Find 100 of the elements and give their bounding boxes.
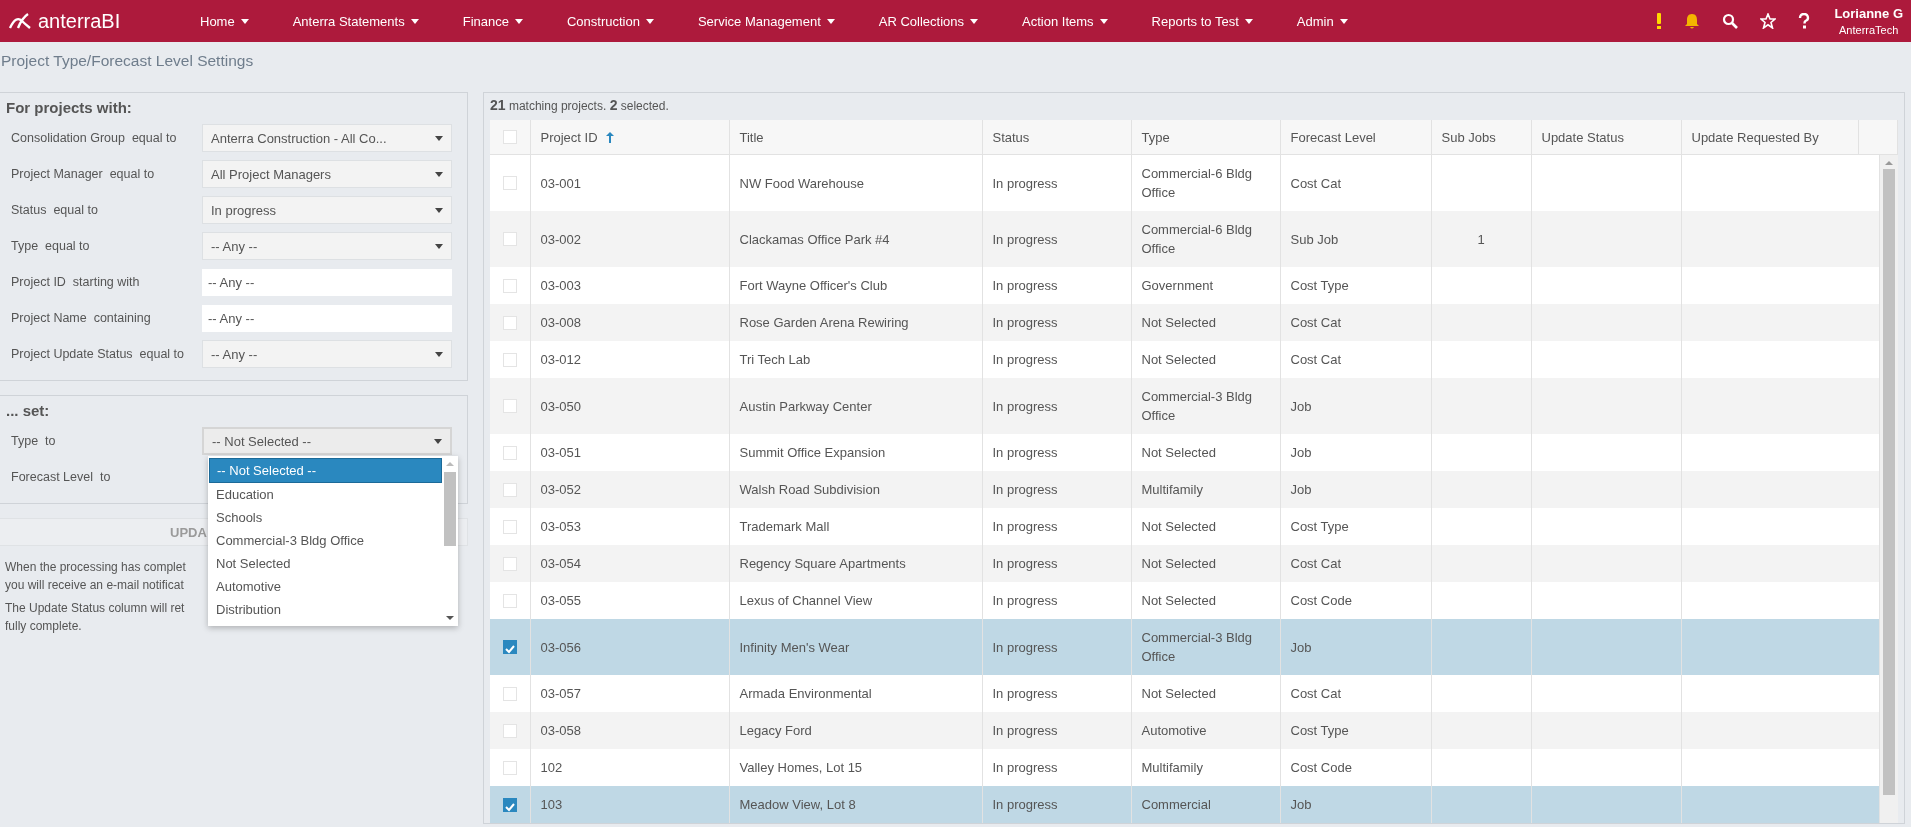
caret-icon	[434, 438, 442, 444]
table-cell: In progress	[982, 786, 1131, 823]
select-field[interactable]: -- Any --	[202, 232, 452, 260]
nav-menu-item[interactable]: Admin	[1274, 13, 1370, 29]
table-cell: Cost Cat	[1280, 304, 1431, 341]
table-cell: Not Selected	[1131, 582, 1280, 619]
field-label: Project Name containing	[10, 311, 152, 325]
select-field[interactable]: -- Any --	[202, 340, 452, 368]
nav-menu-item[interactable]: Action Items	[1000, 13, 1130, 29]
table-cell: Multifamily	[1131, 471, 1280, 508]
dropdown-option[interactable]: Not Selected	[209, 552, 442, 575]
table-cell: In progress	[982, 675, 1131, 712]
table-cell: 03-003	[530, 267, 729, 304]
table-cell: Cost Code	[1280, 582, 1431, 619]
column-header[interactable]: Sub Jobs	[1431, 120, 1531, 155]
table-cell: 102	[530, 749, 729, 786]
bell-icon[interactable]	[1684, 13, 1701, 29]
nav-menu-item[interactable]: AR Collections	[856, 13, 1001, 29]
nav-menu-item[interactable]: Anterra Statements	[270, 13, 441, 29]
table-cell: Not Selected	[1131, 545, 1280, 582]
table-cell: Job	[1280, 786, 1431, 823]
nav-menu-item[interactable]: Home	[178, 13, 271, 29]
row-checkbox[interactable]	[502, 640, 517, 654]
help-icon[interactable]	[1798, 13, 1811, 29]
table-cell: Commercial-3 Bldg Office	[1131, 619, 1280, 675]
column-header[interactable]: Forecast Level	[1280, 120, 1431, 155]
column-header[interactable]: Type	[1131, 120, 1280, 155]
table-cell: Not Selected	[1131, 304, 1280, 341]
table-cell: 03-050	[530, 378, 729, 434]
field-label: Consolidation Group equal to	[10, 131, 178, 145]
logo-icon	[8, 12, 32, 30]
table-cell: Commercial-6 Bldg Office	[1131, 155, 1280, 211]
dropdown-option[interactable]: Schools	[209, 506, 442, 529]
table-cell: Lexus of Channel View	[729, 582, 982, 619]
caret-icon	[410, 18, 419, 24]
dropdown-option[interactable]: Commercial-3 Bldg Office	[209, 529, 442, 552]
user-name[interactable]: Lorianne G	[1834, 6, 1903, 21]
nav-menu-item[interactable]: Finance	[440, 13, 545, 29]
table-cell: Job	[1280, 378, 1431, 434]
column-header[interactable]: Update Status	[1531, 120, 1681, 155]
field-label: Type equal to	[10, 239, 91, 253]
results-summary: 21 matching projects. 2 selected.	[490, 97, 670, 115]
text-field[interactable]: -- Any --	[202, 268, 452, 296]
table-cell: NW Food Warehouse	[729, 155, 982, 211]
table-cell: In progress	[982, 341, 1131, 378]
table-cell: Infinity Men's Wear	[729, 619, 982, 675]
search-icon[interactable]	[1722, 13, 1739, 29]
row-checkbox[interactable]	[502, 797, 517, 812]
table-cell: Cost Cat	[1280, 675, 1431, 712]
nav-menu-item[interactable]: Reports to Test	[1129, 13, 1275, 29]
table-cell: Valley Homes, Lot 15	[729, 749, 982, 786]
select-field[interactable]: In progress	[202, 196, 452, 224]
select-field[interactable]: -- Not Selected --	[202, 427, 452, 455]
dropdown-option[interactable]: Automotive	[209, 575, 442, 598]
table-cell: In progress	[982, 749, 1131, 786]
table-cell: Not Selected	[1131, 675, 1280, 712]
table-cell: Not Selected	[1131, 508, 1280, 545]
panel-heading: ... set:	[6, 402, 50, 419]
caret-icon	[970, 18, 979, 24]
table-cell: Walsh Road Subdivision	[729, 471, 982, 508]
alert-icon[interactable]	[1656, 13, 1663, 29]
table-cell: Cost Cat	[1280, 545, 1431, 582]
page-title: Project Type/Forecast Level Settings	[1, 52, 255, 70]
text-field[interactable]: -- Any --	[202, 304, 452, 332]
select-all-checkbox[interactable]	[502, 130, 517, 144]
caret-icon	[1244, 18, 1253, 24]
table-cell: Tri Tech Lab	[729, 341, 982, 378]
select-field[interactable]: All Project Managers	[202, 160, 452, 188]
column-header[interactable]: Project ID	[530, 120, 729, 155]
field-label: Project ID starting with	[10, 275, 141, 289]
caret-icon	[435, 243, 443, 249]
nav-menu-item[interactable]: Service Management	[675, 13, 857, 29]
table-cell: Cost Type	[1280, 712, 1431, 749]
table-cell: Fort Wayne Officer's Club	[729, 267, 982, 304]
caret-icon	[645, 18, 654, 24]
table-cell: In progress	[982, 545, 1131, 582]
column-header[interactable]: Title	[729, 120, 982, 155]
table-cell: 03-054	[530, 545, 729, 582]
dropdown-option[interactable]: Education	[209, 483, 442, 506]
field-label: Project Update Status equal to	[10, 347, 186, 361]
select-field[interactable]: Anterra Construction - All Co...	[202, 124, 452, 152]
table-cell: 03-001	[530, 155, 729, 211]
caret-icon	[435, 171, 443, 177]
table-cell: In progress	[982, 378, 1131, 434]
nav-menu-item[interactable]: Construction	[544, 13, 676, 29]
dropdown-option[interactable]: -- Not Selected --	[209, 458, 442, 483]
star-icon[interactable]	[1760, 13, 1777, 29]
table-cell: In progress	[982, 712, 1131, 749]
table-cell: 03-053	[530, 508, 729, 545]
table-cell: Sub Job	[1280, 211, 1431, 267]
table-cell: Meadow View, Lot 8	[729, 786, 982, 823]
table-cell: Armada Environmental	[729, 675, 982, 712]
table-cell: 03-055	[530, 582, 729, 619]
dropdown-option[interactable]: Distribution	[209, 598, 442, 621]
logo-text: anterraBI	[38, 9, 121, 33]
column-header[interactable]: Status	[982, 120, 1131, 155]
column-header[interactable]: Update Requested By	[1681, 120, 1859, 155]
table-cell: Job	[1280, 619, 1431, 675]
table-cell: Rose Garden Arena Rewiring	[729, 304, 982, 341]
info-text: When the processing has complet	[5, 559, 187, 576]
